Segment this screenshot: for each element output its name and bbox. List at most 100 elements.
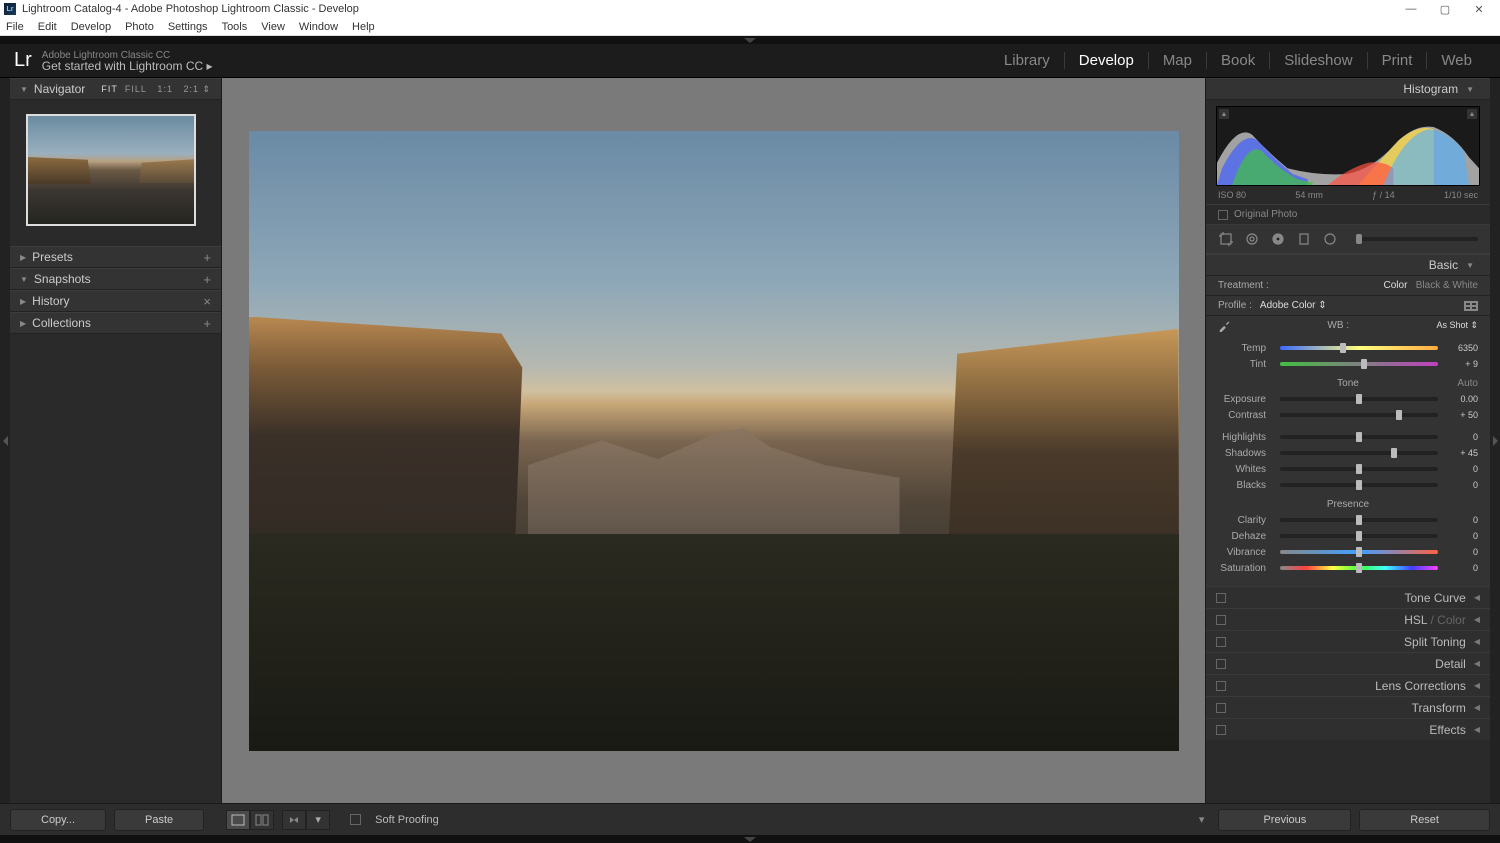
mask-amount-slider[interactable] bbox=[1356, 237, 1478, 241]
profile-browser-button[interactable] bbox=[1464, 301, 1478, 311]
hsl-panel[interactable]: HSL / Color◀ bbox=[1206, 608, 1490, 630]
radial-filter-tool-icon[interactable] bbox=[1322, 231, 1338, 247]
loupe-view-button[interactable] bbox=[226, 810, 250, 830]
minimize-button[interactable]: — bbox=[1394, 3, 1428, 15]
panel-switch[interactable] bbox=[1216, 593, 1226, 603]
auto-tone-button[interactable]: Auto bbox=[1457, 378, 1478, 389]
panel-switch[interactable] bbox=[1216, 637, 1226, 647]
exposure-value[interactable]: 0.00 bbox=[1444, 394, 1478, 404]
contrast-value[interactable]: + 50 bbox=[1444, 410, 1478, 420]
navigator-thumbnail[interactable] bbox=[26, 114, 196, 226]
menu-file[interactable]: File bbox=[6, 21, 24, 33]
crop-tool-icon[interactable] bbox=[1218, 231, 1234, 247]
module-book[interactable]: Book bbox=[1207, 52, 1270, 69]
effects-panel[interactable]: Effects◀ bbox=[1206, 718, 1490, 740]
vibrance-slider[interactable] bbox=[1280, 550, 1438, 554]
saturation-value[interactable]: 0 bbox=[1444, 563, 1478, 573]
panel-switch[interactable] bbox=[1216, 725, 1226, 735]
treatment-bw[interactable]: Black & White bbox=[1416, 280, 1478, 291]
tint-slider[interactable] bbox=[1280, 362, 1438, 366]
clarity-slider[interactable] bbox=[1280, 518, 1438, 522]
temp-value[interactable]: 6350 bbox=[1444, 343, 1478, 353]
toolbar-menu-button[interactable]: ▾ bbox=[1199, 813, 1205, 826]
menu-help[interactable]: Help bbox=[352, 21, 375, 33]
close-button[interactable]: ✕ bbox=[1462, 3, 1496, 16]
module-map[interactable]: Map bbox=[1149, 52, 1207, 69]
wb-dropdown[interactable]: As Shot ⇕ bbox=[1436, 320, 1478, 331]
before-after-tb-button[interactable] bbox=[282, 810, 306, 830]
clarity-value[interactable]: 0 bbox=[1444, 515, 1478, 525]
shadows-value[interactable]: + 45 bbox=[1444, 448, 1478, 458]
module-web[interactable]: Web bbox=[1427, 52, 1486, 69]
checkbox-icon[interactable] bbox=[1218, 210, 1228, 220]
identity-text[interactable]: Adobe Lightroom Classic CC Get started w… bbox=[42, 50, 213, 72]
graduated-filter-tool-icon[interactable] bbox=[1296, 231, 1312, 247]
left-panel-toggle[interactable] bbox=[0, 78, 10, 803]
menu-view[interactable]: View bbox=[261, 21, 285, 33]
menu-edit[interactable]: Edit bbox=[38, 21, 57, 33]
paste-settings-button[interactable]: Paste bbox=[114, 809, 204, 831]
shadows-slider[interactable] bbox=[1280, 451, 1438, 455]
filmstrip-toggle[interactable] bbox=[0, 835, 1500, 843]
histogram-header[interactable]: Histogram ▼ bbox=[1206, 78, 1490, 100]
menu-settings[interactable]: Settings bbox=[168, 21, 208, 33]
reset-button[interactable]: Reset bbox=[1359, 809, 1490, 831]
copy-settings-button[interactable]: Copy... bbox=[10, 809, 106, 831]
menu-window[interactable]: Window bbox=[299, 21, 338, 33]
menu-tools[interactable]: Tools bbox=[222, 21, 248, 33]
detail-panel[interactable]: Detail◀ bbox=[1206, 652, 1490, 674]
eyedropper-icon[interactable] bbox=[1218, 318, 1232, 332]
highlights-slider[interactable] bbox=[1280, 435, 1438, 439]
temp-slider[interactable] bbox=[1280, 346, 1438, 350]
add-snapshot-button[interactable]: + bbox=[203, 272, 211, 287]
profile-dropdown[interactable]: Adobe Color ⇕ bbox=[1260, 300, 1327, 311]
treatment-color[interactable]: Color bbox=[1384, 280, 1408, 291]
before-after-split-button[interactable]: ▾ bbox=[306, 810, 330, 830]
split-toning-panel[interactable]: Split Toning◀ bbox=[1206, 630, 1490, 652]
previous-button[interactable]: Previous bbox=[1218, 809, 1351, 831]
module-library[interactable]: Library bbox=[990, 52, 1065, 69]
presets-panel[interactable]: ▶ Presets + bbox=[10, 246, 221, 268]
redeye-tool-icon[interactable] bbox=[1270, 231, 1286, 247]
add-collection-button[interactable]: + bbox=[203, 316, 211, 331]
exposure-slider[interactable] bbox=[1280, 397, 1438, 401]
menu-develop[interactable]: Develop bbox=[71, 21, 111, 33]
loupe-view[interactable] bbox=[222, 78, 1205, 803]
shadow-clip-indicator[interactable]: ▲ bbox=[1219, 109, 1229, 119]
collections-panel[interactable]: ▶ Collections + bbox=[10, 312, 221, 334]
tone-curve-panel[interactable]: Tone Curve◀ bbox=[1206, 586, 1490, 608]
navigator-zoom-controls[interactable]: FIT FILL 1:1 2:1 ⇕ bbox=[101, 84, 211, 95]
blacks-value[interactable]: 0 bbox=[1444, 480, 1478, 490]
tint-value[interactable]: + 9 bbox=[1444, 359, 1478, 369]
add-preset-button[interactable]: + bbox=[203, 250, 211, 265]
dehaze-value[interactable]: 0 bbox=[1444, 531, 1478, 541]
history-panel[interactable]: ▶ History × bbox=[10, 290, 221, 312]
menu-photo[interactable]: Photo bbox=[125, 21, 154, 33]
original-photo-toggle[interactable]: Original Photo bbox=[1206, 204, 1490, 224]
vibrance-value[interactable]: 0 bbox=[1444, 547, 1478, 557]
snapshots-panel[interactable]: ▼ Snapshots + bbox=[10, 268, 221, 290]
module-develop[interactable]: Develop bbox=[1065, 52, 1149, 69]
contrast-slider[interactable] bbox=[1280, 413, 1438, 417]
module-slideshow[interactable]: Slideshow bbox=[1270, 52, 1367, 69]
histogram-display[interactable]: ▲ ▲ bbox=[1216, 106, 1480, 186]
lens-corrections-panel[interactable]: Lens Corrections◀ bbox=[1206, 674, 1490, 696]
saturation-slider[interactable] bbox=[1280, 566, 1438, 570]
transform-panel[interactable]: Transform◀ bbox=[1206, 696, 1490, 718]
before-after-lr-button[interactable] bbox=[250, 810, 274, 830]
maximize-button[interactable]: ▢ bbox=[1428, 3, 1462, 16]
panel-switch[interactable] bbox=[1216, 703, 1226, 713]
basic-panel-header[interactable]: Basic ▼ bbox=[1206, 254, 1490, 276]
highlights-value[interactable]: 0 bbox=[1444, 432, 1478, 442]
soft-proof-checkbox[interactable] bbox=[350, 814, 361, 825]
whites-slider[interactable] bbox=[1280, 467, 1438, 471]
highlight-clip-indicator[interactable]: ▲ bbox=[1467, 109, 1477, 119]
spot-removal-tool-icon[interactable] bbox=[1244, 231, 1260, 247]
panel-switch[interactable] bbox=[1216, 681, 1226, 691]
panel-switch[interactable] bbox=[1216, 659, 1226, 669]
blacks-slider[interactable] bbox=[1280, 483, 1438, 487]
right-panel-toggle[interactable] bbox=[1490, 78, 1500, 803]
panel-switch[interactable] bbox=[1216, 615, 1226, 625]
whites-value[interactable]: 0 bbox=[1444, 464, 1478, 474]
clear-history-button[interactable]: × bbox=[203, 294, 211, 309]
